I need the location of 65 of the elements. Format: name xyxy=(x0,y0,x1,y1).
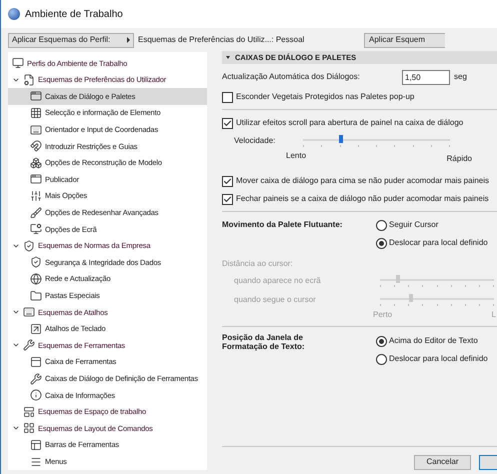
apply-menu-button[interactable]: Aplicar Esquemas do Perfil: xyxy=(8,32,134,48)
slider[interactable] xyxy=(380,275,494,289)
slider-thumb[interactable] xyxy=(339,135,344,143)
slider-label: Velocidade: xyxy=(234,135,276,147)
radio-button[interactable] xyxy=(376,238,387,248)
window-icon xyxy=(30,90,42,102)
cancel-button[interactable]: Cancelar xyxy=(414,454,471,470)
checkbox[interactable] xyxy=(222,118,233,128)
caret-icon xyxy=(127,37,130,43)
checkbox-label: Mover caixa de diálogo para cima se não puder acomodar mais paineis xyxy=(236,175,490,187)
radio-button[interactable] xyxy=(376,336,387,346)
radio-label: Acima do Editor de Texto xyxy=(389,335,478,347)
option-label: Movimento da Palete Flutuante: xyxy=(222,219,344,231)
wrench-icon xyxy=(23,339,35,352)
slider-max-label: L xyxy=(492,309,496,321)
document-gear-icon xyxy=(23,74,35,86)
window-title: Ambiente de Trabalho xyxy=(25,8,123,22)
radio-label: Deslocar para local definido xyxy=(389,237,488,249)
app-logo-icon xyxy=(8,8,20,20)
checkbox[interactable] xyxy=(222,194,233,204)
field-label: Actualização Automática dos Diálogos: xyxy=(222,71,361,83)
group-label: Distância ao cursor: xyxy=(222,258,294,270)
checkbox-label: Esconder Vegetais Protegidos nas Paletes pop-up xyxy=(236,91,414,103)
slider-min-label: Perto xyxy=(373,309,392,321)
checkbox-label: Utilizar efeitos scroll para abertura de painel na caixa de diálogo xyxy=(236,117,464,129)
radio-label: Deslocar para local definido xyxy=(389,353,488,365)
checkbox-label: Fechar paineis se a caixa de diálogo não puder acomodar mais paineis xyxy=(236,193,489,205)
shield-icon xyxy=(30,256,42,268)
slider-min-label: Lento xyxy=(286,150,306,162)
triangle-down-icon xyxy=(226,56,230,59)
checkbox[interactable] xyxy=(222,176,233,186)
slider-label: quando segue o cursor xyxy=(234,294,317,306)
menu-icon xyxy=(30,456,42,468)
apply-button[interactable]: Aplicar Esquem xyxy=(364,32,446,48)
slider[interactable] xyxy=(380,294,494,308)
folder-icon xyxy=(30,290,42,302)
seconds-field[interactable]: 1,50 xyxy=(402,70,450,84)
keyboard-icon xyxy=(23,306,35,318)
slider[interactable] xyxy=(303,135,450,149)
shield-icon xyxy=(23,240,35,252)
wrench-icon xyxy=(30,372,42,385)
option-label: Posição da Janela de Formatação de Texto: xyxy=(222,333,306,353)
grid-icon xyxy=(23,422,35,434)
radio-button[interactable] xyxy=(376,354,387,364)
window-icon xyxy=(30,173,42,186)
panel-icon xyxy=(30,356,42,368)
boxes-icon xyxy=(30,156,42,169)
keyboard-icon xyxy=(30,124,42,136)
monitor-icon xyxy=(12,57,24,70)
magnet-icon xyxy=(30,140,42,152)
layout-icon xyxy=(23,406,35,418)
grid-icon xyxy=(30,107,42,120)
globe-icon xyxy=(30,273,42,286)
radio-button[interactable] xyxy=(376,220,387,230)
sliders-icon xyxy=(30,190,42,202)
brush-icon xyxy=(30,206,42,219)
radio-label: Seguir Cursor xyxy=(389,219,438,231)
slider-max-label: Rápido xyxy=(446,153,472,165)
monitor-icon xyxy=(30,223,42,236)
checkbox[interactable] xyxy=(222,92,233,102)
info-icon xyxy=(30,389,42,402)
panels-icon xyxy=(30,438,42,451)
unit-label: seg xyxy=(454,71,467,83)
slider-label: quando aparece no ecrã xyxy=(234,275,322,287)
scheme-path: Esquemas de Preferências do Utiliz...: Pessoal xyxy=(138,34,306,46)
